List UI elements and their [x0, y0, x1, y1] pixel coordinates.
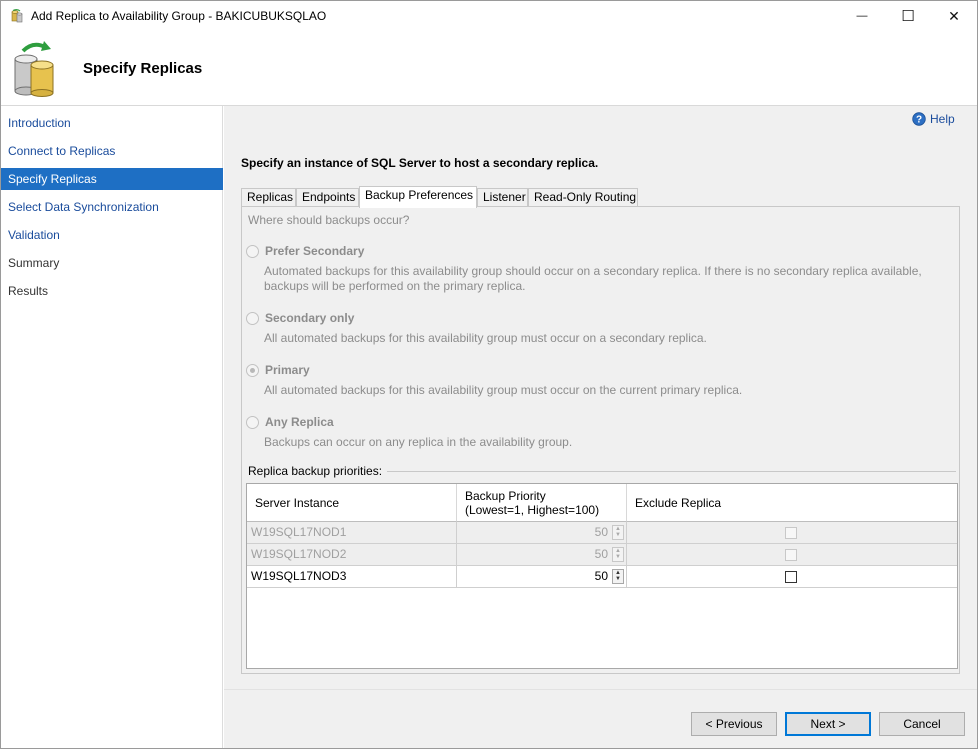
wizard-sidebar: Introduction Connect to Replicas Specify…: [1, 106, 223, 748]
column-header-server-instance[interactable]: Server Instance: [247, 484, 457, 522]
prefer-secondary-radio[interactable]: [246, 244, 259, 258]
tab-listener[interactable]: Listener: [477, 188, 528, 207]
backup-priority-value: 50: [594, 525, 608, 539]
title-bar: Add Replica to Availability Group - BAKI…: [1, 1, 977, 31]
secondary-only-label: Secondary only: [265, 311, 355, 325]
exclude-replica-cell: [627, 566, 957, 588]
column-header-exclude-replica[interactable]: Exclude Replica: [627, 484, 957, 522]
server-instance-header-label: Server Instance: [255, 496, 340, 510]
exclude-replica-header-label: Exclude Replica: [635, 496, 722, 510]
primary-radio[interactable]: [246, 363, 259, 377]
prefer-secondary-description: Automated backups for this availability …: [264, 264, 944, 294]
main-content: ? Help Specify an instance of SQL Server…: [224, 106, 977, 689]
database-replica-icon: [14, 41, 54, 97]
option-secondary-only[interactable]: Secondary only: [246, 311, 354, 325]
spin-down-icon[interactable]: ▼: [615, 576, 621, 582]
option-any-replica[interactable]: Any Replica: [246, 415, 334, 429]
tab-backup-preferences[interactable]: Backup Preferences: [359, 186, 477, 208]
cancel-button[interactable]: Cancel: [879, 712, 965, 736]
backup-priority-stepper[interactable]: 50 ▲ ▼: [457, 566, 627, 588]
svg-text:?: ?: [916, 115, 922, 126]
minimize-icon: —: [856, 10, 868, 22]
spin-down-icon: ▼: [615, 554, 621, 560]
page-header: Specify Replicas: [1, 31, 977, 105]
close-icon: ✕: [948, 7, 960, 24]
sidebar-item-connect-to-replicas[interactable]: Connect to Replicas: [1, 140, 223, 162]
backup-priority-value[interactable]: 50: [595, 566, 608, 587]
exclude-replica-checkbox: [785, 549, 797, 561]
primary-label: Primary: [265, 363, 310, 377]
backup-priority-header-line2: (Lowest=1, Highest=100): [465, 503, 600, 517]
server-instance-cell: W19SQL17NOD1: [247, 522, 457, 544]
column-header-backup-priority[interactable]: Backup Priority (Lowest=1, Highest=100): [457, 484, 627, 522]
sidebar-item-specify-replicas[interactable]: Specify Replicas: [1, 168, 223, 190]
secondary-only-description: All automated backups for this availabil…: [264, 331, 707, 345]
prefer-secondary-label: Prefer Secondary: [265, 244, 365, 258]
tab-read-only-routing[interactable]: Read-Only Routing: [528, 188, 638, 207]
table-row: W19SQL17NOD2 50 ▲ ▼: [247, 544, 957, 566]
help-link[interactable]: ? Help: [912, 112, 955, 126]
database-app-icon: [11, 9, 23, 23]
option-prefer-secondary[interactable]: Prefer Secondary: [246, 244, 364, 258]
spinner-arrows-icon: ▲ ▼: [612, 547, 624, 562]
maximize-icon: ☐: [901, 8, 915, 25]
page-title: Specify Replicas: [83, 60, 203, 77]
exclude-replica-cell: [627, 544, 957, 566]
backup-priority-header-label: Backup Priority (Lowest=1, Highest=100): [465, 489, 599, 517]
exclude-replica-checkbox[interactable]: [785, 571, 797, 583]
primary-description: All automated backups for this availabil…: [264, 383, 743, 397]
backup-priority-header-line1: Backup Priority: [465, 489, 546, 503]
group-divider: [382, 471, 956, 472]
spinner-arrows-icon[interactable]: ▲ ▼: [612, 569, 624, 584]
backup-location-question: Where should backups occur?: [248, 213, 410, 227]
replica-backup-priorities-label: Replica backup priorities:: [248, 464, 388, 478]
backup-priority-stepper: 50 ▲ ▼: [457, 522, 627, 544]
sidebar-item-validation[interactable]: Validation: [1, 224, 223, 246]
sidebar-item-results: Results: [8, 284, 49, 298]
close-button[interactable]: ✕: [931, 1, 977, 31]
exclude-replica-checkbox: [785, 527, 797, 539]
previous-button[interactable]: < Previous: [691, 712, 777, 736]
minimize-button[interactable]: —: [839, 1, 885, 31]
wizard-footer: < Previous Next > Cancel: [224, 689, 977, 748]
replica-priority-grid: Server Instance Backup Priority (Lowest=1…: [246, 483, 958, 669]
sidebar-item-select-data-synchronization[interactable]: Select Data Synchronization: [1, 196, 223, 218]
help-icon: ?: [912, 112, 926, 126]
prefer-secondary-desc-line1: Automated backups for this availability …: [264, 264, 922, 278]
server-instance-cell[interactable]: W19SQL17NOD3: [247, 566, 457, 588]
sidebar-item-introduction[interactable]: Introduction: [1, 112, 223, 134]
dialog-window: Add Replica to Availability Group - BAKI…: [0, 0, 978, 749]
backup-priority-stepper: 50 ▲ ▼: [457, 544, 627, 566]
next-button[interactable]: Next >: [785, 712, 871, 736]
table-row: W19SQL17NOD1 50 ▲ ▼: [247, 522, 957, 544]
backup-preferences-panel: Where should backups occur? Prefer Secon…: [241, 206, 960, 674]
prefer-secondary-desc-line2: backups will be performed on the primary…: [264, 279, 526, 293]
any-replica-radio[interactable]: [246, 415, 259, 429]
backup-priority-value: 50: [594, 547, 608, 561]
server-instance-cell: W19SQL17NOD2: [247, 544, 457, 566]
maximize-button[interactable]: ☐: [885, 1, 931, 31]
sidebar-item-summary: Summary: [8, 256, 60, 270]
instruction-text: Specify an instance of SQL Server to hos…: [241, 156, 599, 170]
any-replica-label: Any Replica: [265, 415, 334, 429]
spin-down-icon: ▼: [615, 532, 621, 538]
help-label[interactable]: Help: [930, 112, 955, 126]
window-title: Add Replica to Availability Group - BAKI…: [31, 9, 327, 23]
tab-replicas[interactable]: Replicas: [241, 188, 296, 207]
table-row[interactable]: W19SQL17NOD3 50 ▲ ▼: [247, 566, 957, 588]
any-replica-description: Backups can occur on any replica in the …: [264, 435, 573, 449]
spinner-arrows-icon: ▲ ▼: [612, 525, 624, 540]
tab-endpoints[interactable]: Endpoints: [296, 188, 359, 207]
option-primary[interactable]: Primary: [246, 363, 310, 377]
exclude-replica-cell: [627, 522, 957, 544]
secondary-only-radio[interactable]: [246, 311, 259, 325]
